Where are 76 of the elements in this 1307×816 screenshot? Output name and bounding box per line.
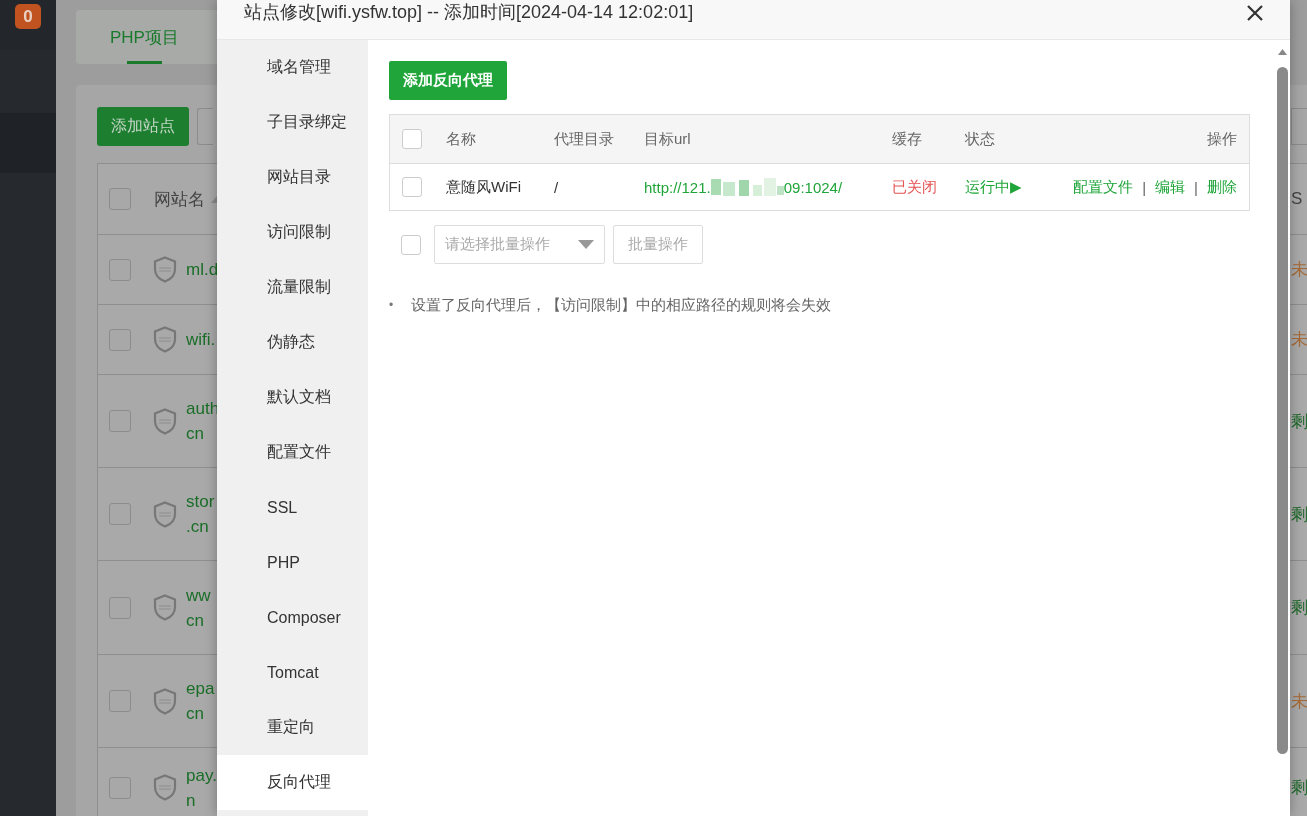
column-header: S [1291, 189, 1304, 209]
add-site-button[interactable]: 添加站点 [97, 107, 189, 146]
menu-item[interactable]: 默认文档 [217, 370, 368, 425]
toolbar-button[interactable] [197, 108, 213, 145]
separator: | [1142, 178, 1147, 196]
status-text: 剩 [1291, 503, 1307, 526]
checkbox[interactable] [402, 129, 422, 149]
shield-icon [153, 407, 177, 435]
dialog-title: 站点修改[wifi.ysfw.top] -- 添加时间[2024-04-14 12:02:01] [244, 1, 694, 24]
url-link[interactable]: http://121. [644, 178, 711, 196]
column-header[interactable]: 网站名 [154, 187, 205, 211]
status-text: 剩 [1291, 410, 1307, 433]
shield-icon [153, 326, 177, 353]
menu-item[interactable]: 域名管理 [217, 40, 368, 95]
menu-item[interactable]: 反向代理 [217, 755, 368, 810]
checkbox[interactable] [402, 177, 422, 197]
cache-status[interactable]: 已关闭 [892, 164, 965, 210]
action-link[interactable]: 删除 [1207, 177, 1237, 197]
notification-badge: 0 [15, 4, 41, 29]
menu-item[interactable]: 网站目录 [217, 150, 368, 205]
action-link[interactable]: 编辑 [1155, 177, 1186, 197]
caret-icon [578, 240, 594, 249]
table-cell-text: / [554, 177, 560, 198]
menu-item[interactable]: Tomcat [217, 645, 368, 700]
checkbox[interactable] [109, 410, 131, 432]
checkbox[interactable] [109, 328, 131, 351]
checkbox[interactable] [109, 503, 131, 525]
url-link[interactable]: 09:1024/ [783, 178, 843, 196]
checkbox[interactable] [109, 258, 131, 281]
action-link[interactable]: 配置文件 [1073, 177, 1134, 197]
menu-item[interactable]: 访问限制 [217, 205, 368, 260]
status-text: 未 [1291, 329, 1307, 351]
scrollbar-thumb[interactable] [1276, 67, 1288, 754]
column-header: 目标url [644, 115, 892, 164]
site-name-link[interactable]: wifi. [186, 327, 216, 352]
table-cell-text: 意随风WiFi [446, 176, 522, 197]
menu-item[interactable]: 流量限制 [217, 260, 368, 315]
status-text: 剩 [1291, 777, 1307, 799]
run-status[interactable]: 运行中▶ [965, 164, 1055, 210]
menu-item[interactable]: Composer [217, 590, 368, 645]
column-header: 操作 [1055, 115, 1249, 164]
site-name-link[interactable]: epa cn [186, 676, 215, 726]
shield-icon [153, 500, 177, 528]
checkbox[interactable] [109, 188, 131, 210]
separator: | [1194, 178, 1198, 196]
menu-item[interactable]: 子目录绑定 [217, 95, 368, 150]
column-header: 名称 [446, 115, 554, 164]
shield-icon [153, 594, 177, 621]
site-name-link[interactable]: pay. n [186, 762, 217, 813]
site-name-link[interactable]: stor .cn [186, 489, 215, 539]
checkbox[interactable] [109, 690, 131, 712]
site-name-link[interactable]: ml.d [186, 257, 219, 282]
tab[interactable]: PHP项目 [90, 10, 199, 64]
close-icon[interactable] [1246, 4, 1264, 22]
column-header: 缓存 [892, 115, 965, 164]
column-header: 代理目录 [554, 115, 644, 164]
scroll-up-icon [1277, 49, 1287, 55]
menu-item[interactable]: 伪静态 [217, 315, 368, 370]
note-text: 设置了反向代理后，【访问限制】中的相应路径的规则将会失效 [411, 295, 831, 315]
menu-item[interactable]: PHP [217, 535, 368, 590]
add-proxy-button[interactable]: 添加反向代理 [389, 61, 507, 100]
site-name-link[interactable]: ww cn [186, 582, 211, 633]
status-text: 未 [1291, 259, 1307, 281]
menu-item[interactable]: 配置文件 [217, 425, 368, 480]
bullet: • [389, 297, 395, 314]
shield-icon [153, 687, 177, 715]
column-header: 状态 [965, 115, 1055, 164]
checkbox[interactable] [109, 776, 131, 799]
menu-item[interactable]: 重定向 [217, 700, 368, 755]
checkbox[interactable] [109, 596, 131, 619]
shield-icon [153, 774, 177, 801]
sidebar-selected-item[interactable] [0, 113, 56, 173]
status-text: 剩 [1291, 597, 1307, 619]
menu-item[interactable]: SSL [217, 480, 368, 535]
shield-icon [153, 256, 177, 283]
status-text: 未 [1291, 690, 1307, 713]
